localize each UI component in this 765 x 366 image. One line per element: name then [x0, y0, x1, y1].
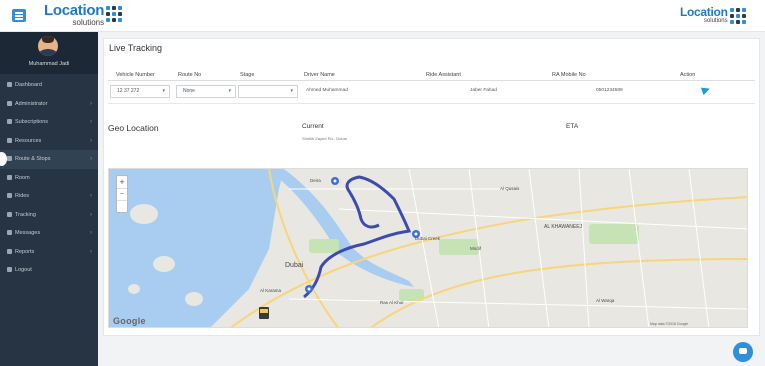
- map-label-city: Dubai: [285, 262, 304, 269]
- header-action: Action: [680, 72, 696, 78]
- sidebar: Muhammad Jadi Dashboard Administrator › S…: [0, 32, 98, 366]
- zoom-out-button[interactable]: −: [117, 188, 127, 201]
- logo-dots-icon: [106, 6, 122, 22]
- chevron-down-icon: ▾: [228, 88, 231, 94]
- route-icon: [7, 156, 12, 162]
- map-label-karama: Al Karama: [260, 288, 282, 293]
- map-label-qusais: Al Qusais: [500, 186, 520, 191]
- chevron-right-icon: ›: [90, 211, 92, 218]
- sidebar-item-dashboard[interactable]: Dashboard: [0, 76, 98, 95]
- reports-icon: [7, 248, 12, 254]
- rides-icon: [7, 193, 12, 199]
- sidebar-item-administrator[interactable]: Administrator ›: [0, 95, 98, 114]
- header-ride-assistant: Ride Assistant: [426, 72, 461, 78]
- header-driver-name: Driver Name: [304, 72, 335, 78]
- eta-title: ETA: [566, 123, 579, 130]
- sidebar-item-messages[interactable]: Messages ›: [0, 224, 98, 243]
- sidebar-item-route-stops[interactable]: Route & Stops ›: [0, 150, 98, 169]
- driver-name-value: Ahmed Muhammad: [306, 88, 348, 93]
- top-bar: Location solutions Location solutions: [0, 0, 765, 32]
- page-title: Live Tracking: [109, 43, 163, 53]
- current-title: Current: [302, 123, 324, 130]
- admin-icon: [7, 100, 12, 106]
- table-row-divider: [108, 103, 755, 104]
- map-label-ras-al-khor: Ras Al Khor: [380, 300, 404, 305]
- chevron-right-icon: ›: [90, 248, 92, 255]
- resources-icon: [7, 137, 12, 143]
- current-location-detail: Sheikh Zayed Rd - Dubai: [302, 136, 347, 141]
- map-zoom-control: + −: [116, 175, 128, 213]
- map-attribution[interactable]: Map data ©2018 Google: [650, 322, 688, 326]
- chevron-right-icon: ›: [90, 230, 92, 236]
- map-canvas: [109, 169, 747, 327]
- sidebar-item-logout[interactable]: Logout: [0, 261, 98, 280]
- brand-logo-right: Location solutions: [680, 5, 728, 24]
- sidebar-item-reports[interactable]: Reports ›: [0, 243, 98, 262]
- logo-dots-icon-right: [730, 8, 746, 24]
- sidebar-item-tracking[interactable]: Tracking ›: [0, 206, 98, 225]
- header-stage: Stage: [240, 72, 255, 78]
- sidebar-item-subscriptions[interactable]: Subscriptions ›: [0, 113, 98, 132]
- vehicle-number-select[interactable]: 12 37 272 ▾: [110, 85, 170, 98]
- zoom-in-button[interactable]: +: [117, 176, 127, 188]
- messages-icon: [7, 230, 12, 236]
- avatar[interactable]: [38, 36, 58, 56]
- ride-assistant-value: Jaber Fahad: [470, 88, 497, 93]
- geo-location-title: Geo Location: [108, 123, 159, 133]
- user-panel: Muhammad Jadi: [0, 32, 98, 74]
- chevron-right-icon: ›: [90, 156, 92, 162]
- chevron-right-icon: ›: [90, 100, 92, 107]
- header-ra-mobile: RA Mobile No: [552, 72, 586, 78]
- table-header-divider: [108, 80, 755, 81]
- map-label-warqa: Al Warqa: [596, 298, 615, 303]
- sidebar-item-resources[interactable]: Resources ›: [0, 132, 98, 151]
- menu-toggle-button[interactable]: [12, 9, 26, 22]
- sidebar-item-rides[interactable]: Rides ›: [0, 187, 98, 206]
- sidebar-nav: Dashboard Administrator › Subscriptions › …: [0, 74, 98, 280]
- tracking-icon: [7, 211, 12, 217]
- dashboard-icon: [7, 82, 12, 88]
- map-view[interactable]: [108, 168, 748, 328]
- google-logo: Google: [113, 316, 146, 326]
- bus-window: [260, 309, 268, 313]
- chevron-right-icon: ›: [90, 193, 92, 199]
- stage-select[interactable]: ▾: [238, 85, 298, 98]
- chevron-down-icon: ▾: [162, 88, 165, 94]
- minor-roads: [288, 169, 747, 327]
- chevron-down-icon: ▾: [290, 88, 293, 94]
- map-label-creek: Dubai Creek: [415, 236, 441, 241]
- chevron-right-icon: ›: [90, 137, 92, 144]
- route-no-select[interactable]: None ▾: [176, 85, 236, 98]
- chevron-right-icon: ›: [90, 119, 92, 125]
- chat-button[interactable]: [733, 342, 753, 362]
- logout-icon: [7, 267, 12, 273]
- creek: [277, 169, 414, 287]
- ra-mobile-value: 0501234589: [596, 88, 623, 93]
- brand-logo[interactable]: Location solutions: [44, 3, 104, 27]
- sidebar-item-room[interactable]: Room: [0, 169, 98, 188]
- header-route-no: Route No: [178, 72, 202, 78]
- map-label-mirdif: Mirdif: [470, 246, 481, 251]
- map-label-deira: Deira: [310, 178, 321, 183]
- header-vehicle-number: Vehicle Number: [116, 72, 155, 78]
- user-name: Muhammad Jadi: [28, 61, 70, 67]
- user-icon: [7, 119, 12, 125]
- map-label-khawaneej: AL KHAWANEEJ: [544, 224, 583, 230]
- room-icon: [7, 174, 12, 180]
